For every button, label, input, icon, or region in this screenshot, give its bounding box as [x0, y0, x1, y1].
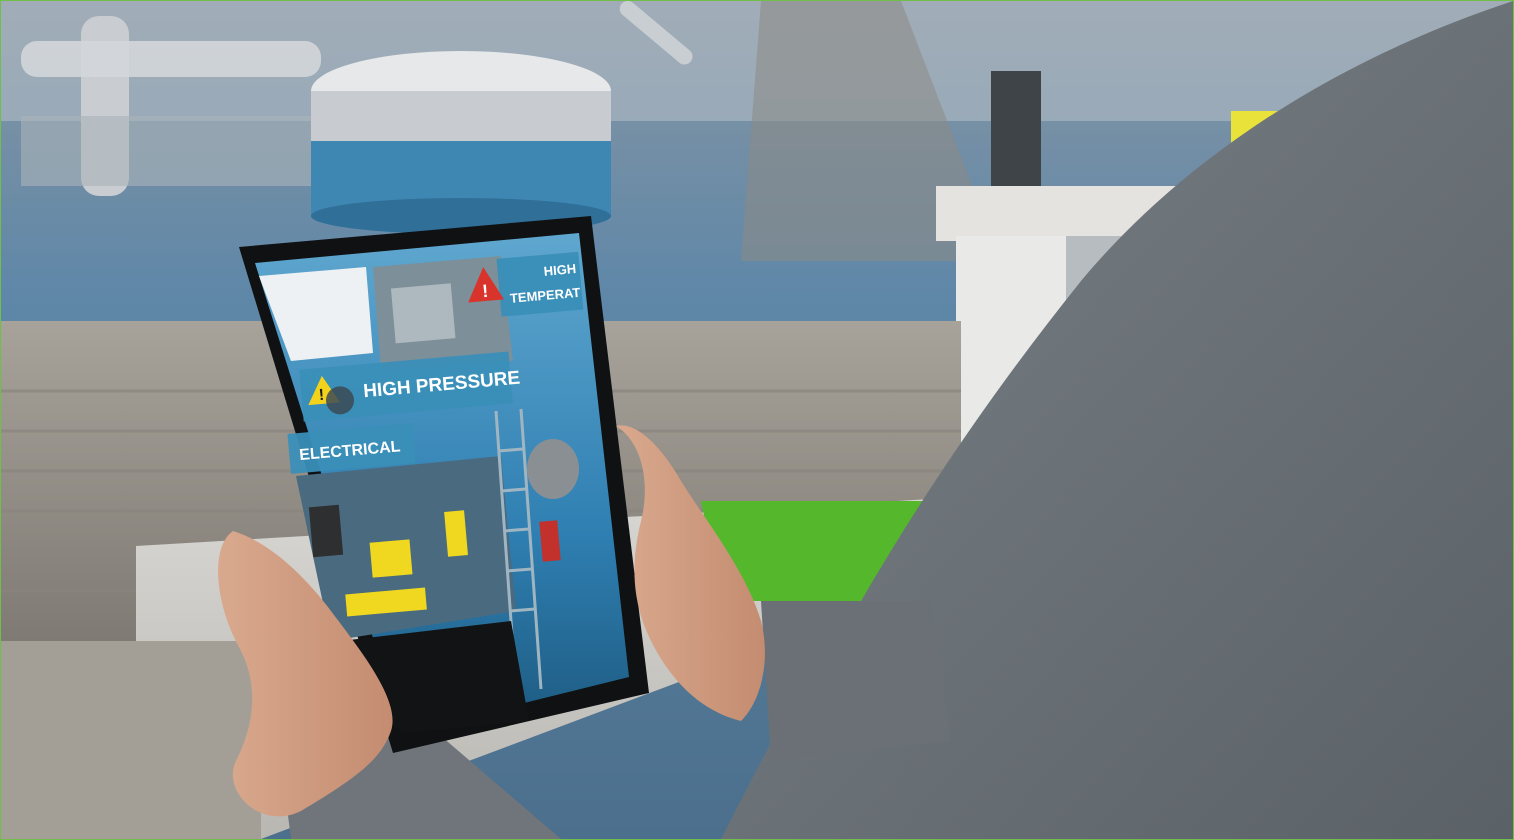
- desk-front-shadow: [1, 641, 261, 839]
- photo-frame: ! HIGH PRESSURE ELECTRICAL ! HIGH TEMPER…: [0, 0, 1514, 840]
- machinery-part: [308, 504, 344, 558]
- camera-view-valve: [390, 283, 456, 344]
- valve-pipe: [991, 71, 1041, 201]
- screen-tank: [527, 439, 579, 499]
- machine-body: [311, 91, 611, 146]
- red-component: [539, 520, 561, 562]
- photo-scene: ! HIGH PRESSURE ELECTRICAL ! HIGH TEMPER…: [1, 1, 1513, 839]
- yellow-component-2: [444, 510, 468, 557]
- yellow-component-1: [369, 539, 413, 578]
- horizontal-pipe: [21, 41, 321, 77]
- high-temp-label-line1: HIGH: [543, 261, 577, 279]
- pipe-rack: [21, 116, 311, 186]
- right-sleeve: [761, 601, 951, 761]
